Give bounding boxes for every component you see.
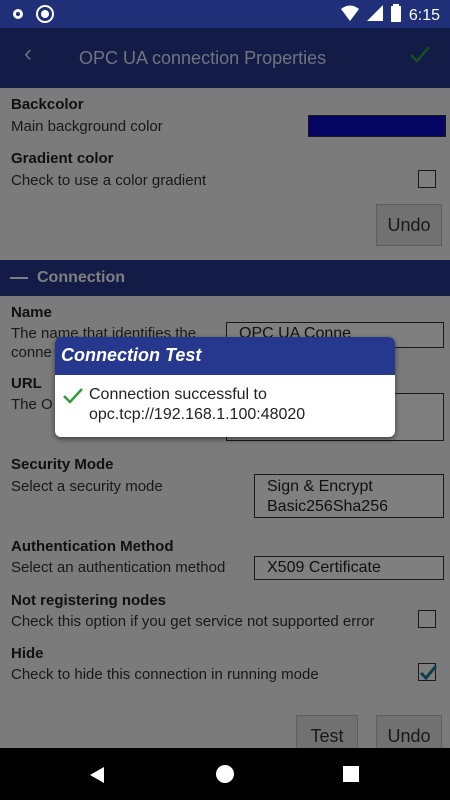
record-icon (36, 5, 54, 28)
nav-recents-icon[interactable] (342, 765, 360, 788)
dialog-message: Connection successful to opc.tcp://192.1… (89, 385, 305, 425)
dialog-message-line2: opc.tcp://192.168.1.100:48020 (89, 406, 306, 423)
wifi-icon (340, 5, 359, 26)
connection-test-dialog: Connection Test Connection successful to… (55, 337, 395, 437)
dialog-title: Connection Test (61, 345, 202, 365)
battery-icon (390, 4, 401, 27)
clock-time: 6:15 (408, 6, 440, 24)
dialog-message-line1: Connection successful to (89, 386, 267, 403)
success-check-icon (63, 387, 83, 410)
nav-home-icon[interactable] (215, 764, 235, 789)
dialog-header: Connection Test (55, 337, 395, 375)
system-nav-bar (0, 748, 450, 800)
vibrate-icon (10, 6, 26, 27)
nav-back-icon[interactable] (88, 766, 106, 789)
signal-icon (366, 5, 383, 26)
status-bar: 6:15 (0, 0, 450, 28)
